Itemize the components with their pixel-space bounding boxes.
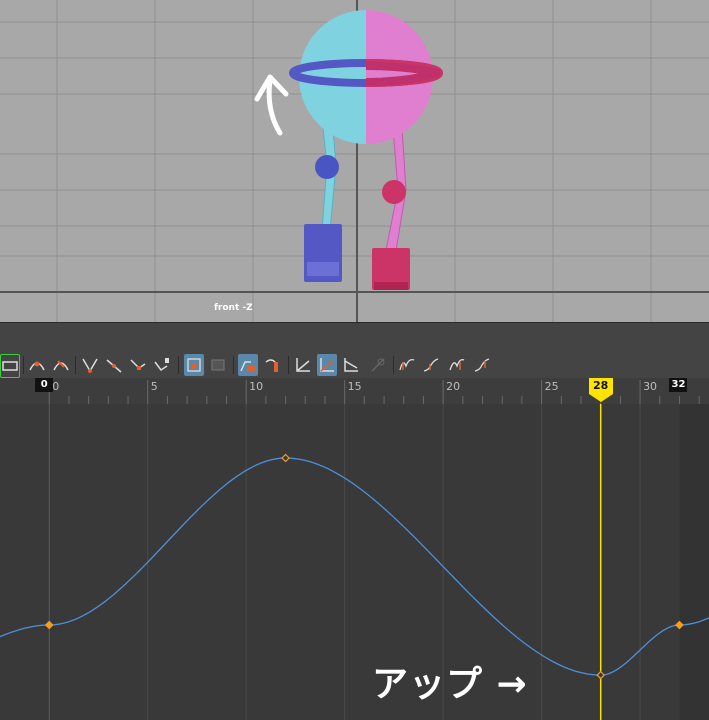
tick-label: 10 (249, 380, 264, 393)
buffer-curve-icon[interactable] (184, 354, 204, 376)
post-infinity-cycle-icon[interactable] (447, 354, 467, 376)
right-knee-joint (382, 180, 406, 204)
keyframe-point[interactable] (281, 453, 290, 463)
tick-label: 0 (52, 380, 60, 393)
break-tangents-icon[interactable] (238, 354, 258, 376)
right-leg[interactable] (372, 127, 410, 290)
keyframe-point[interactable] (596, 670, 606, 680)
start-frame-flag[interactable]: 0 (35, 378, 54, 392)
normalize-icon[interactable] (317, 354, 337, 376)
current-frame-marker[interactable]: 28 (588, 378, 613, 394)
post-infinity-offset-icon[interactable] (472, 354, 492, 376)
left-knee-joint (315, 155, 339, 179)
tick-label: 20 (446, 380, 461, 393)
pre-infinity-offset-icon[interactable] (421, 354, 441, 376)
tangent-linear-icon[interactable] (128, 354, 148, 376)
tangent-auto-icon[interactable] (80, 354, 100, 376)
end-frame-flag[interactable]: 32 (669, 378, 688, 392)
tick-label: 25 (544, 380, 559, 393)
panel-divider[interactable] (0, 322, 709, 353)
curved-up-arrow-icon (254, 74, 289, 136)
curve-canvas[interactable] (0, 404, 709, 720)
lock-weights-icon[interactable] (293, 354, 313, 376)
insert-key-icon[interactable] (27, 354, 47, 376)
viewport-scene (0, 0, 709, 322)
view-label: front -Z (214, 303, 253, 313)
snap-icon[interactable] (368, 354, 388, 376)
tangent-stepped-icon[interactable] (152, 354, 172, 376)
tick-label: 5 (150, 380, 158, 393)
key-stats-icon[interactable] (0, 354, 20, 378)
current-frame-marker-tip (588, 394, 613, 402)
keyframe-point[interactable] (44, 620, 54, 630)
left-leg[interactable] (304, 127, 342, 282)
time-ruler[interactable]: 0 5 10 15 20 25 30 0 32 28 (0, 378, 709, 405)
tangent-spline-icon[interactable] (104, 354, 124, 376)
front-viewport[interactable]: front -Z (0, 0, 709, 322)
out-of-range-region (679, 404, 709, 720)
unify-tangents-icon[interactable] (262, 354, 282, 376)
denormalize-icon[interactable] (341, 354, 361, 376)
pre-infinity-cycle-icon[interactable] (397, 354, 417, 376)
tick-label: 15 (347, 380, 362, 393)
annotation-text: アップ → (372, 664, 528, 705)
lattice-deform-icon[interactable] (51, 354, 71, 376)
graph-editor-toolbar (0, 352, 709, 378)
buffer-swap-icon[interactable] (208, 354, 228, 376)
tick-label: 30 (643, 380, 658, 393)
curve-graph[interactable] (0, 404, 709, 720)
animation-curve (0, 457, 709, 676)
body-sphere[interactable] (289, 10, 443, 144)
